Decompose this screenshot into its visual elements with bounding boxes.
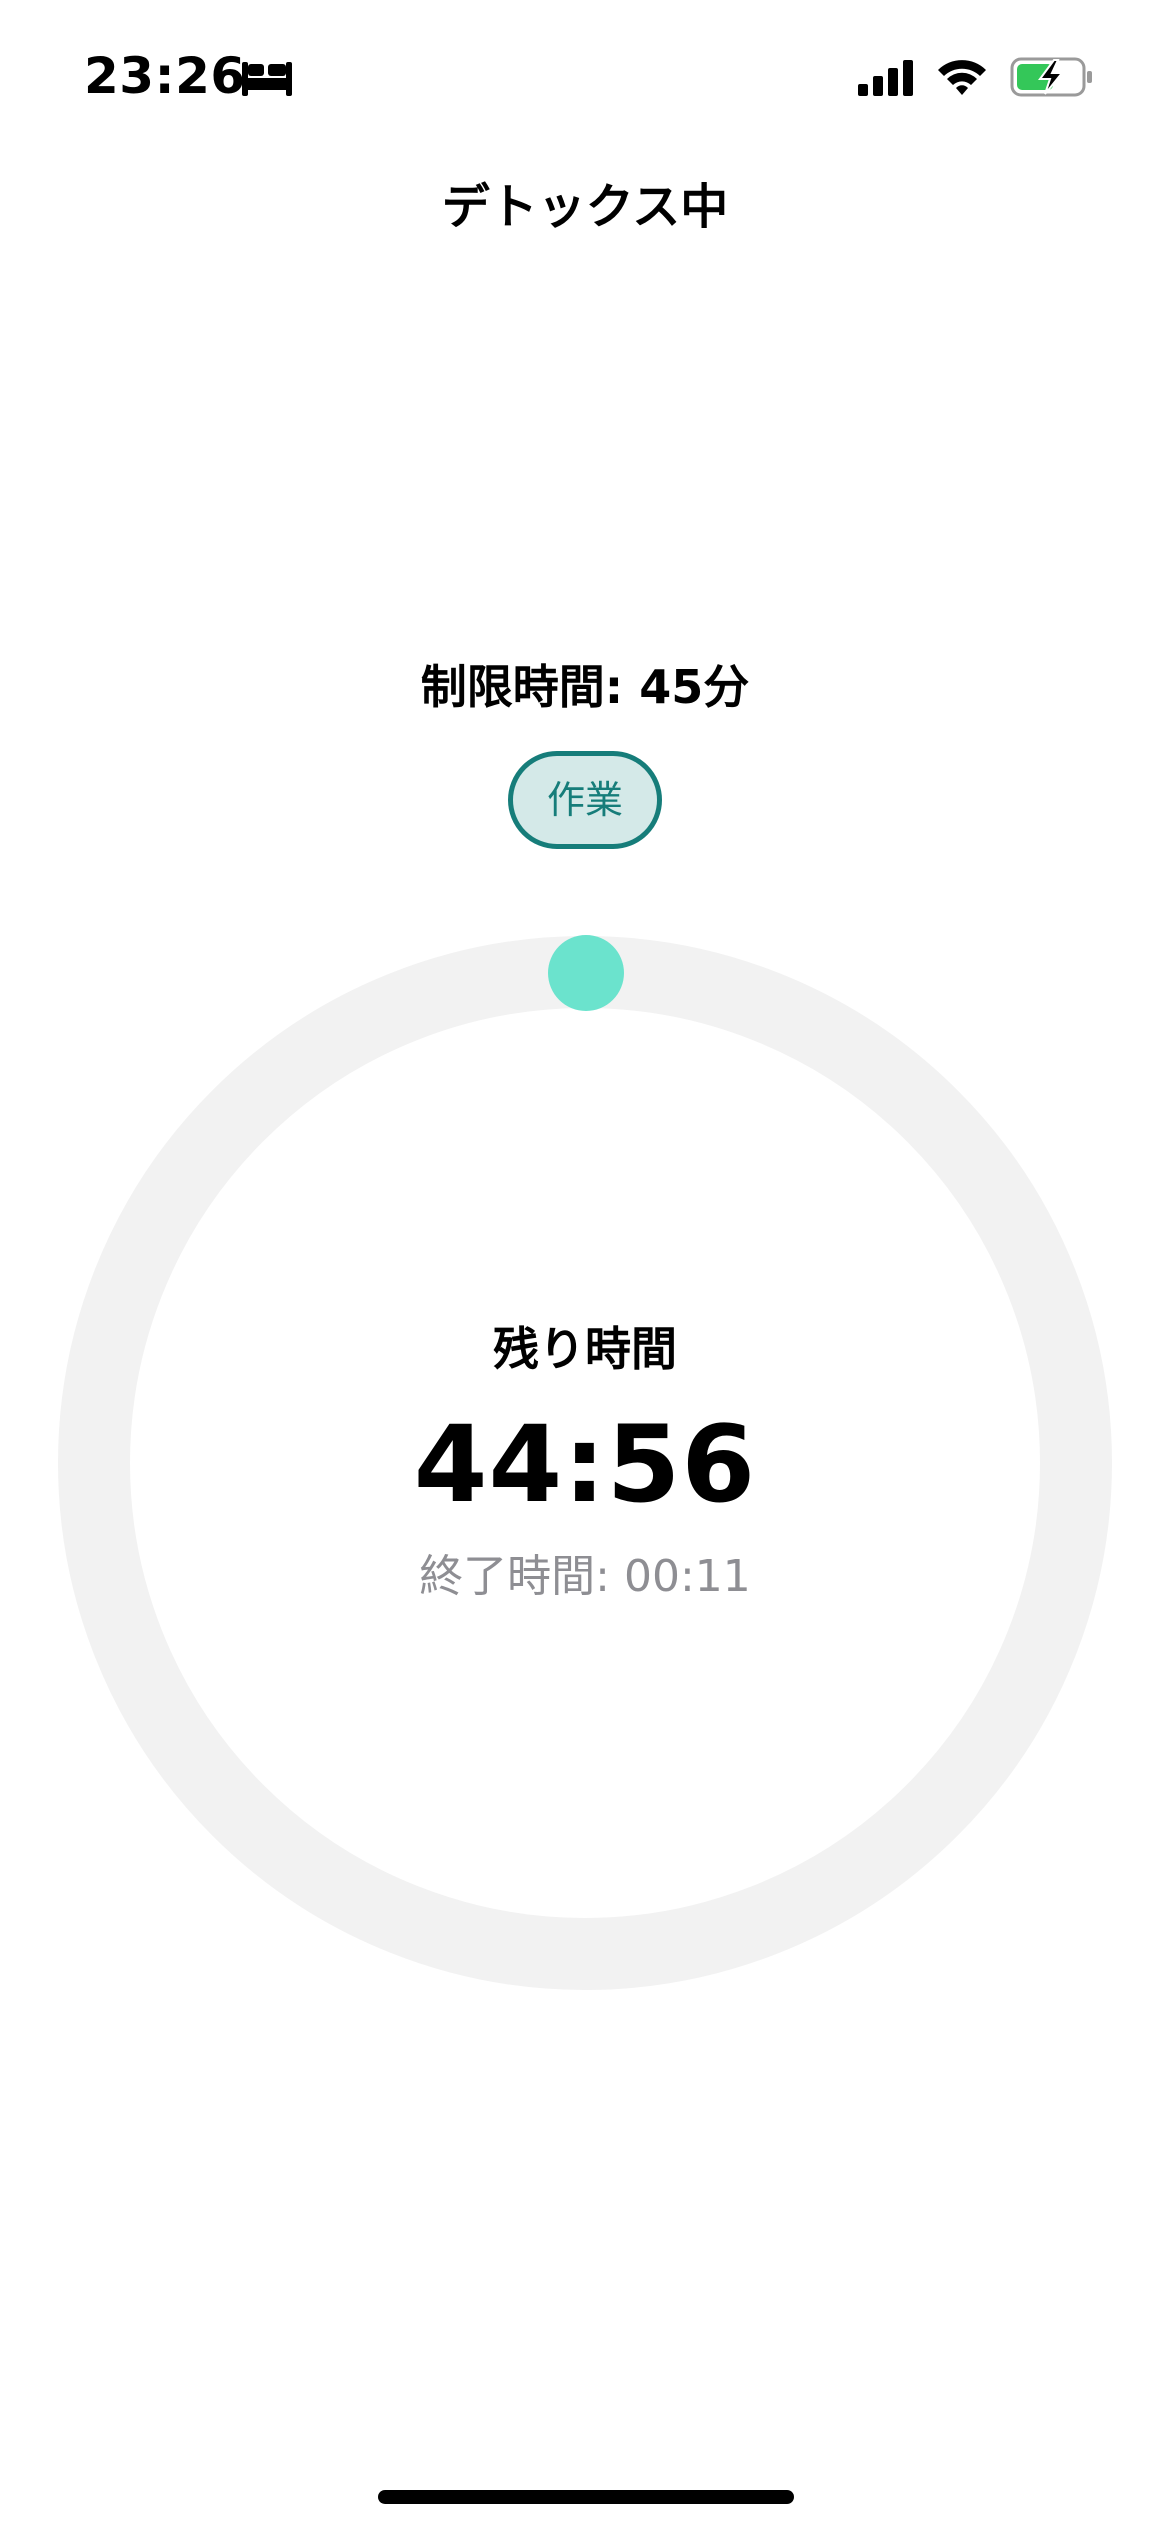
cellular-signal-icon	[858, 60, 913, 96]
status-bar: 23:26	[0, 0, 1170, 150]
bed-icon	[242, 62, 292, 96]
wifi-icon	[938, 60, 986, 95]
home-indicator[interactable]	[378, 2490, 794, 2504]
remaining-time-label: 残り時間	[493, 1322, 677, 1376]
page-title: デトックス中	[441, 179, 729, 235]
battery-charging-icon	[1010, 57, 1092, 97]
status-time: 23:26	[84, 47, 246, 105]
timer-progress-handle[interactable]	[548, 935, 624, 1011]
remaining-time-value: 44:56	[413, 1403, 757, 1526]
time-limit-label: 制限時間: 45分	[420, 660, 750, 714]
end-time-label: 終了時間: 00:11	[419, 1551, 751, 1602]
category-chip[interactable]: 作業	[508, 751, 662, 849]
